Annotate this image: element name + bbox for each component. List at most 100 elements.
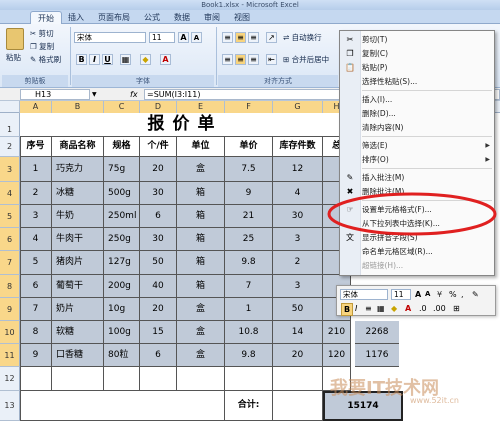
table-cell[interactable]: 127g <box>104 251 140 275</box>
indent-icon[interactable]: ⇤ <box>266 54 277 65</box>
align-right-icon[interactable]: ≡ <box>248 54 259 65</box>
mini-align-icon[interactable]: ≡ <box>365 303 372 314</box>
empty-cell[interactable] <box>273 367 323 391</box>
tab-home[interactable]: 开始 <box>30 11 62 25</box>
bold-button[interactable]: B <box>76 54 87 65</box>
table-cell[interactable]: 箱 <box>177 228 225 251</box>
table-cell[interactable]: 50 <box>273 298 323 321</box>
format-painter-button[interactable]: ✎ 格式刷 <box>30 54 61 65</box>
table-cell[interactable]: 冰糖 <box>52 182 104 205</box>
table-cell[interactable]: 盒 <box>177 321 225 344</box>
mini-currency-icon[interactable]: ¥ <box>437 289 442 300</box>
menu-copy[interactable]: 复制(C) <box>362 48 388 60</box>
mini-size-select[interactable]: 11 <box>391 289 411 300</box>
mini-percent-icon[interactable]: % <box>449 289 457 300</box>
row-header[interactable]: 3 <box>0 157 20 182</box>
table-cell[interactable]: 3 <box>273 275 323 298</box>
mini-border-icon[interactable]: ▦ <box>377 303 385 314</box>
table-cell[interactable]: 6 <box>140 205 177 228</box>
row-header[interactable]: 5 <box>0 205 20 228</box>
table-cell-extra[interactable]: 1176 <box>355 344 399 367</box>
row-header[interactable]: 8 <box>0 275 20 298</box>
column-title[interactable]: 商品名称 <box>52 137 104 157</box>
table-cell[interactable]: 25 <box>225 228 273 251</box>
row-header[interactable]: 6 <box>0 228 20 251</box>
menu-insert-comment[interactable]: 插入批注(M) <box>362 172 404 184</box>
table-cell[interactable]: 6 <box>140 344 177 367</box>
empty-cell[interactable] <box>20 391 225 421</box>
table-cell[interactable]: 30 <box>273 205 323 228</box>
italic-button[interactable]: I <box>89 54 100 65</box>
table-cell[interactable]: 120 <box>323 344 351 367</box>
column-title[interactable]: 单价 <box>225 137 273 157</box>
orientation-icon[interactable]: ↗ <box>266 32 277 43</box>
table-cell[interactable]: 9.8 <box>225 344 273 367</box>
align-center-icon[interactable]: ≡ <box>235 54 246 65</box>
row-header[interactable]: 10 <box>0 321 20 344</box>
column-header[interactable]: A <box>20 101 52 113</box>
table-cell[interactable]: 10g <box>104 298 140 321</box>
tab-insert[interactable]: 插入 <box>64 11 88 24</box>
table-cell[interactable]: 葡萄干 <box>52 275 104 298</box>
column-title[interactable]: 单位 <box>177 137 225 157</box>
table-cell[interactable]: 牛肉干 <box>52 228 104 251</box>
table-cell[interactable]: 20 <box>140 298 177 321</box>
table-cell[interactable]: 盒 <box>177 157 225 182</box>
empty-cell[interactable] <box>104 367 140 391</box>
table-cell[interactable]: 巧克力 <box>52 157 104 182</box>
row-header[interactable]: 13 <box>0 391 20 421</box>
row-header[interactable]: 9 <box>0 298 20 321</box>
font-size-select[interactable]: 11 <box>149 32 175 43</box>
mini-comma-icon[interactable]: , <box>461 289 464 300</box>
table-cell[interactable]: 14 <box>273 321 323 344</box>
table-cell[interactable]: 250ml <box>104 205 140 228</box>
table-cell[interactable]: 6 <box>20 275 52 298</box>
wrap-text-button[interactable]: ⇌ 自动换行 <box>283 32 322 43</box>
font-color-button[interactable]: A <box>160 54 171 65</box>
row-header[interactable]: 2 <box>0 137 20 157</box>
table-cell[interactable]: 软糖 <box>52 321 104 344</box>
table-cell[interactable]: 20 <box>140 157 177 182</box>
table-cell[interactable]: 200g <box>104 275 140 298</box>
column-header[interactable]: D <box>140 101 177 113</box>
table-cell[interactable]: 箱 <box>177 182 225 205</box>
menu-name-range[interactable]: 命名单元格区域(R)... <box>362 246 433 258</box>
row-header[interactable]: 12 <box>0 367 20 391</box>
table-cell[interactable]: 9.8 <box>225 251 273 275</box>
table-cell[interactable]: 4 <box>273 182 323 205</box>
tab-data[interactable]: 数据 <box>170 11 194 24</box>
table-cell[interactable]: 250g <box>104 228 140 251</box>
table-cell[interactable]: 2 <box>20 182 52 205</box>
table-cell[interactable]: 100g <box>104 321 140 344</box>
column-header[interactable]: C <box>104 101 140 113</box>
table-cell[interactable]: 7 <box>225 275 273 298</box>
mini-italic-icon[interactable]: I <box>355 303 357 314</box>
table-cell[interactable]: 9 <box>225 182 273 205</box>
table-cell[interactable]: 7.5 <box>225 157 273 182</box>
table-cell[interactable]: 猪肉片 <box>52 251 104 275</box>
name-box[interactable]: H13 <box>20 89 90 100</box>
empty-cell[interactable] <box>52 367 104 391</box>
mini-font-color-icon[interactable]: A <box>405 303 411 314</box>
column-title[interactable]: 序号 <box>20 137 52 157</box>
copy-button[interactable]: ❐ 复制 <box>30 41 54 52</box>
align-bottom-icon[interactable]: ≡ <box>248 32 259 43</box>
grow-font-icon[interactable]: A <box>178 32 189 43</box>
table-cell[interactable]: 箱 <box>177 205 225 228</box>
menu-clear-contents[interactable]: 清除内容(N) <box>362 122 403 134</box>
table-cell[interactable]: 30 <box>140 182 177 205</box>
row-header[interactable]: 11 <box>0 344 20 367</box>
mini-increase-decimal-icon[interactable]: .0 <box>419 303 427 314</box>
font-name-select[interactable]: 宋体 <box>74 32 146 43</box>
table-cell[interactable]: 50 <box>140 251 177 275</box>
table-cell[interactable]: 1 <box>225 298 273 321</box>
paste-button[interactable]: 粘贴 <box>6 52 21 63</box>
align-top-icon[interactable]: ≡ <box>222 32 233 43</box>
mini-grow-font-icon[interactable]: A <box>415 289 421 300</box>
fill-color-icon[interactable]: ◆ <box>140 54 151 65</box>
border-icon[interactable]: ▦ <box>120 54 131 65</box>
menu-paste-special[interactable]: 选择性粘贴(S)... <box>362 76 417 88</box>
table-cell[interactable]: 9 <box>20 344 52 367</box>
table-cell[interactable]: 80粒 <box>104 344 140 367</box>
table-cell[interactable]: 箱 <box>177 275 225 298</box>
